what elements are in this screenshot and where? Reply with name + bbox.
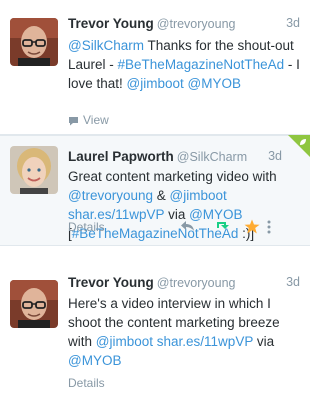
avatar[interactable] — [10, 280, 58, 328]
tweet-link[interactable]: @trevoryoung — [68, 188, 153, 203]
leaf-icon — [300, 139, 306, 145]
tweet-text: Here's a video interview in which I shoo… — [68, 294, 302, 370]
blonde-woman-avatar-icon — [10, 146, 58, 194]
reply-icon[interactable] — [180, 219, 196, 238]
tweet-link[interactable]: @jimboot — [127, 76, 184, 91]
tweet-link[interactable]: shar.es/11wpVP — [157, 334, 253, 349]
favorite-star-icon[interactable] — [244, 219, 260, 239]
speech-bubble-icon — [68, 115, 79, 129]
tweet-link[interactable]: @jimboot — [170, 188, 227, 203]
tweet-timestamp[interactable]: 3d — [286, 16, 300, 30]
tweet-fullname[interactable]: Laurel Papworth — [68, 149, 174, 164]
more-options-icon[interactable] — [266, 220, 272, 239]
tweet-header: Trevor Young @trevoryoung 3d — [68, 16, 300, 34]
tweet-link[interactable]: @SilkCharm — [68, 38, 144, 53]
tweet-timestamp[interactable]: 3d — [268, 149, 282, 163]
tweet-timestamp[interactable]: 3d — [286, 275, 300, 289]
tweet-timeline: Trevor Young @trevoryoung 3d @SilkCharm T… — [0, 0, 310, 400]
tweet-fullname[interactable]: Trevor Young — [68, 275, 154, 290]
bald-man-with-glasses-avatar-icon — [10, 280, 58, 328]
details-link[interactable]: Details — [68, 376, 105, 390]
bald-man-with-glasses-avatar-icon — [10, 18, 58, 66]
tweet-link[interactable]: @jimboot — [96, 334, 153, 349]
details-link[interactable]: Details — [68, 220, 105, 234]
tweet-text-segment: Great content marketing video with — [68, 169, 277, 184]
tweet-header: Trevor Young @trevoryoung 3d — [68, 275, 300, 293]
avatar[interactable] — [10, 146, 58, 194]
retweet-icon[interactable] — [214, 219, 232, 238]
tweet-text: @SilkCharm Thanks for the shout-out Laur… — [68, 36, 302, 93]
view-link[interactable]: View — [68, 113, 109, 129]
tweet-fullname[interactable]: Trevor Young — [68, 16, 154, 31]
avatar[interactable] — [10, 18, 58, 66]
tweet-actions — [180, 219, 271, 238]
tweet-link[interactable]: #BeTheMagazineNotTheAd — [118, 57, 285, 72]
tweet-screenname[interactable]: @trevoryoung — [157, 17, 236, 31]
tweet-link[interactable]: @MYOB — [68, 353, 121, 368]
view-label: View — [83, 113, 109, 127]
tweet-text-segment: & — [153, 188, 170, 203]
tweet-link[interactable]: @MYOB — [188, 76, 241, 91]
tweet-header: Laurel Papworth @SilkCharm 3d — [68, 149, 300, 167]
tweet-screenname[interactable]: @SilkCharm — [177, 150, 247, 164]
tweet-text-segment: via — [253, 334, 275, 349]
tweet-screenname[interactable]: @trevoryoung — [157, 276, 236, 290]
